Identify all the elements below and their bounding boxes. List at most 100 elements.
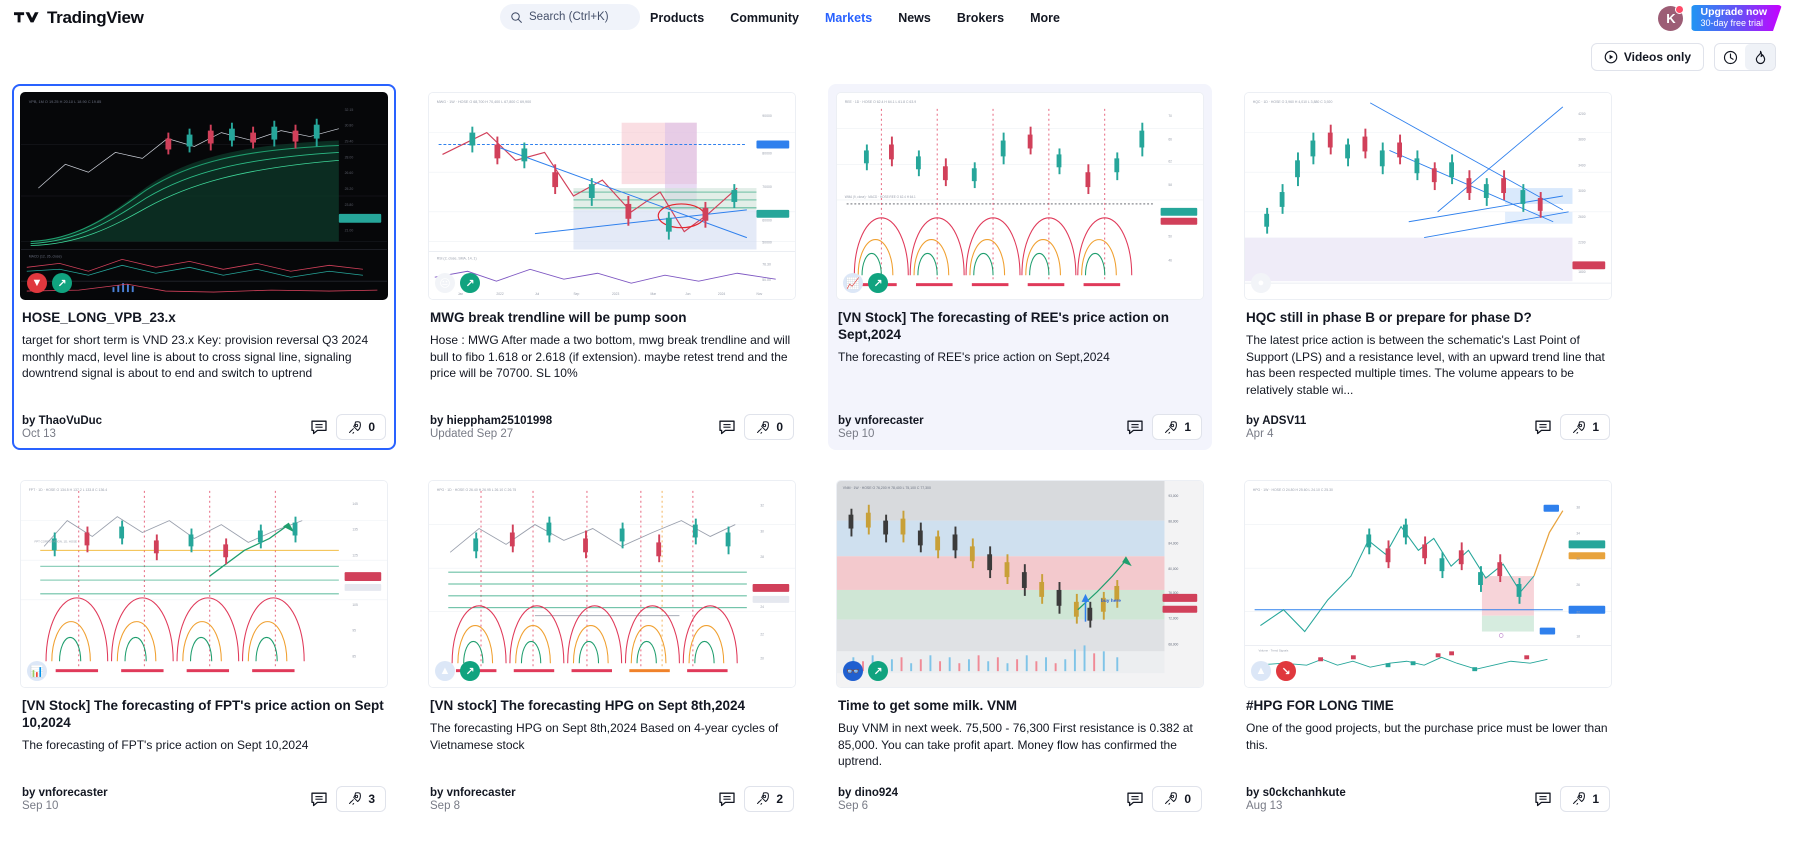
- thumbnail-badges: ▼ ↗: [27, 273, 72, 293]
- idea-card[interactable]: 32.15 30.80 29.40 28.00 26.60 25.20 23.80 21…: [12, 84, 396, 450]
- idea-stats: 1: [1534, 785, 1610, 812]
- idea-date: Updated Sep 27: [430, 428, 514, 440]
- tradingview-logo-icon: [14, 12, 39, 23]
- idea-card[interactable]: FPT · 1D · HOSE O 134.5 H 137.2 L 133.8 …: [12, 472, 396, 822]
- svg-text:38: 38: [1576, 506, 1580, 510]
- chart-thumbnail[interactable]: HPG · 1W · HOSE O 24.80 H 25.60 L 24.10 …: [1244, 480, 1612, 688]
- boost-button[interactable]: 1: [1560, 785, 1610, 812]
- comment-icon[interactable]: [310, 790, 328, 808]
- boost-button[interactable]: 0: [1152, 785, 1202, 812]
- idea-card[interactable]: buy here 93,000 88,000 84,000 80,000 76,…: [828, 472, 1212, 822]
- chart-thumbnail[interactable]: 32.15 30.80 29.40 28.00 26.60 25.20 23.80 21…: [20, 92, 388, 300]
- idea-author[interactable]: by vnforecaster: [838, 415, 924, 427]
- idea-title[interactable]: [VN stock] The forecasting HPG on Sept 8…: [430, 697, 794, 714]
- nav-item-markets[interactable]: Markets: [825, 11, 872, 25]
- comment-icon[interactable]: [310, 418, 328, 436]
- idea-author[interactable]: by ThaoVuDuc: [22, 415, 102, 427]
- upgrade-button[interactable]: Upgrade now 30-day free trial: [1691, 5, 1782, 31]
- chart-thumbnail[interactable]: RSI (2, close, SMA, 14, 1) 90000 80000 70…: [428, 92, 796, 300]
- idea-title[interactable]: HOSE_LONG_VPB_23.x: [22, 309, 386, 326]
- chart-image: HPG · 1D · HOSE O 26.40 H 26.95 L 26.10 …: [429, 481, 795, 687]
- idea-title[interactable]: MWG break trendline will be pump soon: [430, 309, 794, 326]
- idea-author[interactable]: by dino924: [838, 787, 898, 799]
- badge-bullish-icon: ↗: [868, 661, 888, 681]
- boost-button[interactable]: 0: [336, 414, 386, 440]
- boost-button[interactable]: 1: [1152, 414, 1202, 440]
- comment-icon[interactable]: [1534, 418, 1552, 436]
- nav-item-brokers[interactable]: Brokers: [957, 11, 1004, 25]
- svg-text:32: 32: [760, 504, 764, 508]
- idea-title[interactable]: [VN Stock] The forecasting of REE's pric…: [838, 309, 1202, 343]
- idea-author[interactable]: by hieppham25101998: [430, 415, 552, 427]
- comment-icon[interactable]: [1126, 790, 1144, 808]
- comment-icon[interactable]: [718, 418, 736, 436]
- idea-title[interactable]: #HPG FOR LONG TIME: [1246, 697, 1610, 714]
- boost-count: 1: [1592, 791, 1599, 806]
- boost-button[interactable]: 2: [744, 785, 794, 812]
- svg-text:2024: 2024: [718, 292, 725, 296]
- idea-card[interactable]: 4200 3800 3400 3000 2600 2200 1800 HQC · 1D …: [1236, 84, 1620, 450]
- brand-logo[interactable]: TradingView: [14, 8, 144, 28]
- videos-only-label: Videos only: [1623, 50, 1691, 64]
- svg-text:1800: 1800: [1578, 270, 1585, 274]
- svg-text:80000: 80000: [762, 151, 772, 155]
- chart-thumbnail[interactable]: 4200 3800 3400 3000 2600 2200 1800 HQC · 1D …: [1244, 92, 1612, 300]
- thumbnail-badges: 📊: [27, 661, 47, 681]
- svg-text:62: 62: [1168, 159, 1172, 163]
- badge-chart-icon: ▲: [1251, 661, 1271, 681]
- flame-icon: [1755, 50, 1765, 64]
- comment-icon[interactable]: [1126, 418, 1144, 436]
- svg-text:3400: 3400: [1578, 163, 1585, 167]
- idea-card[interactable]: HPG · 1W · HOSE O 24.80 H 25.60 L 24.10 …: [1236, 472, 1620, 822]
- idea-title[interactable]: [VN Stock] The forecasting of FPT's pric…: [22, 697, 386, 731]
- idea-author[interactable]: by vnforecaster: [22, 787, 108, 799]
- rocket-icon: [1165, 420, 1178, 434]
- boost-count: 3: [368, 791, 375, 806]
- idea-date: Sep 10: [838, 428, 875, 440]
- chart-image: FPT · 1D · HOSE O 134.5 H 137.2 L 133.8 …: [21, 481, 387, 687]
- badge-bullish-icon: ↗: [52, 273, 72, 293]
- nav-item-community[interactable]: Community: [730, 11, 799, 25]
- thumbnail-badges: ●: [1251, 273, 1271, 293]
- idea-author[interactable]: by vnforecaster: [430, 787, 516, 799]
- sort-popular-button[interactable]: [1745, 44, 1775, 70]
- avatar[interactable]: K: [1658, 4, 1685, 31]
- search-input[interactable]: Search (Ctrl+K): [500, 4, 640, 30]
- idea-title[interactable]: Time to get some milk. VNM: [838, 697, 1202, 714]
- svg-text:Jun: Jun: [685, 292, 690, 296]
- idea-card[interactable]: RSI (2, close, SMA, 14, 1) 90000 80000 70…: [420, 84, 804, 450]
- comment-icon[interactable]: [718, 790, 736, 808]
- nav-item-products[interactable]: Products: [650, 11, 704, 25]
- rocket-icon: [349, 792, 362, 805]
- idea-stats: 3: [310, 785, 386, 812]
- chart-thumbnail[interactable]: FPT · 1D · HOSE O 134.5 H 137.2 L 133.8 …: [20, 480, 388, 688]
- boost-button[interactable]: 3: [336, 785, 386, 812]
- idea-title[interactable]: HQC still in phase B or prepare for phas…: [1246, 309, 1610, 326]
- idea-card[interactable]: REE · 1D · HOSE O 62.4 H 64.1 L 61.8 C 6…: [828, 84, 1212, 450]
- thumbnail-badges: ▲ ↘: [1251, 661, 1296, 681]
- videos-only-button[interactable]: Videos only: [1590, 43, 1704, 71]
- nav-item-more[interactable]: More: [1030, 11, 1060, 25]
- svg-text:FPT · 1D · HOSE O 134.5 H 137: FPT · 1D · HOSE O 134.5 H 137.2 L 133.8 …: [29, 488, 108, 492]
- chart-thumbnail[interactable]: HPG · 1D · HOSE O 26.40 H 26.95 L 26.10 …: [428, 480, 796, 688]
- chart-thumbnail[interactable]: REE · 1D · HOSE O 62.4 H 64.1 L 61.8 C 6…: [836, 92, 1204, 300]
- badge-bullish-icon: ↗: [460, 273, 480, 293]
- chart-thumbnail[interactable]: buy here 93,000 88,000 84,000 80,000 76,…: [836, 480, 1204, 688]
- upgrade-title: Upgrade now: [1700, 6, 1767, 18]
- svg-text:VNM · 1W · HOSE O 76,200 H 78: VNM · 1W · HOSE O 76,200 H 78,400 L 75,1…: [843, 486, 931, 490]
- idea-author[interactable]: by ADSV11: [1246, 415, 1306, 427]
- idea-card[interactable]: HPG · 1D · HOSE O 26.40 H 26.95 L 26.10 …: [420, 472, 804, 822]
- idea-author[interactable]: by s0ckchanhkute: [1246, 787, 1346, 799]
- nav-item-news[interactable]: News: [898, 11, 931, 25]
- idea-footer: by dino924 Sep 6 0: [838, 785, 1202, 812]
- ideas-grid: 32.15 30.80 29.40 28.00 26.60 25.20 23.80 21…: [0, 78, 1794, 822]
- idea-footer: by ADSV11 Apr 4 1: [1246, 414, 1610, 440]
- boost-button[interactable]: 1: [1560, 414, 1610, 440]
- boost-button[interactable]: 0: [744, 414, 794, 440]
- comment-icon[interactable]: [1534, 790, 1552, 808]
- sort-recent-button[interactable]: [1715, 44, 1745, 70]
- idea-description: Hose : MWG After made a two bottom, mwg …: [430, 333, 791, 380]
